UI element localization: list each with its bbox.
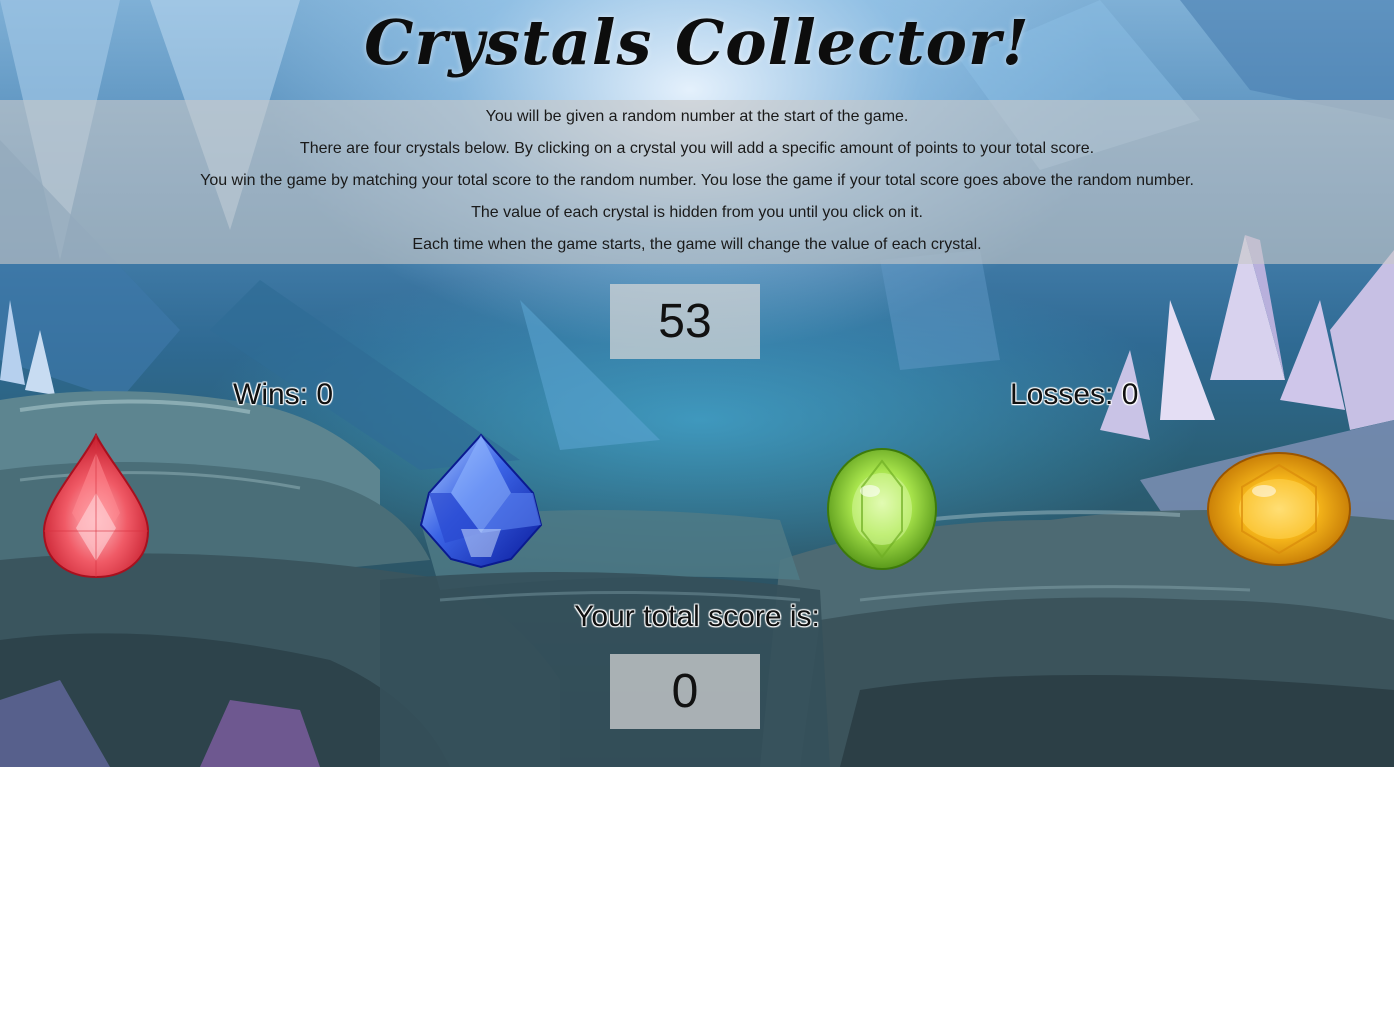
score-label: Your total score is:	[574, 600, 820, 633]
game-title: Crystals Collector!	[364, 6, 1030, 79]
target-number: 53	[610, 284, 760, 359]
green-oval-crystal-icon[interactable]	[826, 447, 938, 571]
instruction-line: You win the game by matching your total …	[200, 172, 1194, 189]
red-pear-crystal-icon[interactable]	[40, 433, 152, 579]
instructions-panel: You will be given a random number at the…	[0, 100, 1394, 264]
instruction-line: You will be given a random number at the…	[485, 108, 909, 125]
instruction-line: There are four crystals below. By clicki…	[299, 140, 1095, 157]
total-score: 0	[610, 654, 760, 729]
blue-crystal-icon[interactable]	[415, 433, 547, 571]
instruction-line: The value of each crystal is hidden from…	[471, 204, 923, 221]
wins-counter: Wins: 0	[233, 378, 334, 411]
instruction-line: Each time when the game starts, the game…	[412, 236, 982, 253]
losses-counter: Losses: 0	[1010, 378, 1139, 411]
yellow-oval-crystal-icon[interactable]	[1206, 451, 1352, 567]
